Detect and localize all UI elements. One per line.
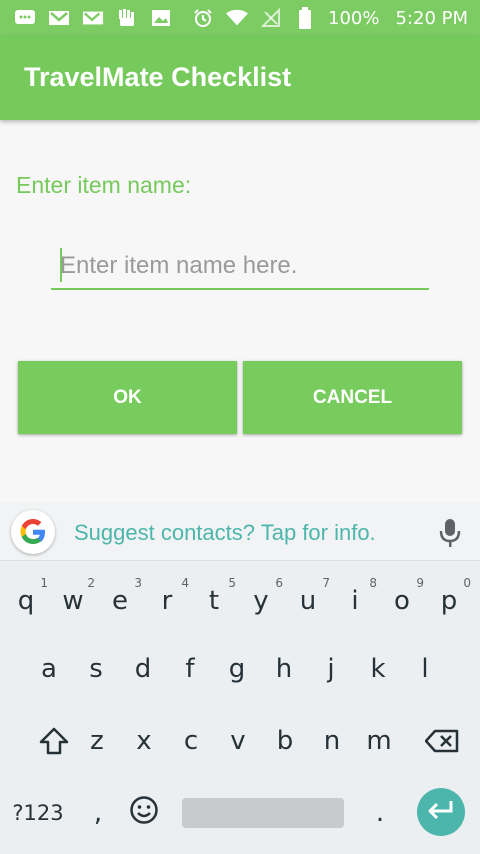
item-name-label: Enter item name:: [16, 172, 192, 198]
key-e[interactable]: e3: [100, 576, 142, 624]
key-label: t: [208, 586, 220, 616]
emoji-icon: [129, 795, 159, 832]
key-label: z: [90, 726, 104, 756]
key-o[interactable]: o9: [382, 576, 424, 624]
key-d[interactable]: d: [123, 646, 163, 692]
cancel-button[interactable]: CANCEL: [243, 361, 462, 434]
key-s[interactable]: s: [76, 646, 116, 692]
space-key[interactable]: [182, 798, 344, 828]
system-icons: 100% 5:20 PM: [192, 7, 468, 29]
key-a[interactable]: a: [29, 646, 69, 692]
notification-icons: [14, 7, 172, 29]
key-hint: 5: [228, 576, 236, 590]
status-bar: 100% 5:20 PM: [0, 0, 480, 36]
symbols-key[interactable]: ?123: [10, 790, 66, 836]
key-label: n: [323, 726, 341, 756]
key-w[interactable]: w2: [53, 576, 95, 624]
hand-icon: [116, 7, 138, 29]
key-hint: 0: [463, 576, 471, 590]
key-hint: 7: [322, 576, 330, 590]
key-label: g: [228, 654, 246, 684]
key-label: d: [134, 654, 152, 684]
key-label: k: [370, 654, 386, 684]
no-signal-icon: [260, 7, 282, 29]
image-icon: [150, 7, 172, 29]
key-label: o: [394, 586, 410, 616]
key-c[interactable]: c: [171, 718, 211, 764]
key-u[interactable]: u7: [288, 576, 330, 624]
key-l[interactable]: l: [405, 646, 445, 692]
key-label: r: [161, 586, 173, 616]
clock: 5:20 PM: [395, 7, 468, 29]
key-hint: 9: [416, 576, 424, 590]
key-t[interactable]: t5: [194, 576, 236, 624]
key-hint: 2: [87, 576, 95, 590]
item-name-input[interactable]: [60, 246, 420, 286]
battery-icon: [294, 7, 316, 29]
key-m[interactable]: m: [359, 718, 399, 764]
battery-percent: 100%: [328, 7, 380, 29]
key-label: p: [440, 586, 458, 616]
key-g[interactable]: g: [217, 646, 257, 692]
comma-key[interactable]: ,: [78, 790, 118, 836]
alarm-icon: [192, 7, 214, 29]
app-bar: TravelMate Checklist: [0, 36, 480, 120]
shift-key[interactable]: [34, 718, 74, 764]
key-hint: 1: [40, 576, 48, 590]
key-label: b: [276, 726, 294, 756]
app-title: TravelMate Checklist: [24, 62, 292, 92]
key-label: w: [62, 586, 84, 616]
key-hint: 4: [181, 576, 189, 590]
key-n[interactable]: n: [312, 718, 352, 764]
suggestion-strip[interactable]: Suggest contacts? Tap for info.: [0, 502, 480, 561]
key-label: m: [366, 726, 392, 756]
suggestion-text[interactable]: Suggest contacts? Tap for info.: [74, 520, 376, 546]
key-b[interactable]: b: [265, 718, 305, 764]
key-hint: 3: [134, 576, 142, 590]
key-label: h: [275, 654, 293, 684]
enter-key[interactable]: [417, 788, 465, 836]
microphone-icon[interactable]: [438, 518, 462, 553]
key-v[interactable]: v: [218, 718, 258, 764]
backspace-key[interactable]: [420, 718, 464, 764]
key-label: y: [253, 586, 269, 616]
ok-button[interactable]: OK: [18, 361, 237, 434]
key-label: q: [17, 586, 35, 616]
wifi-icon: [226, 7, 248, 29]
key-h[interactable]: h: [264, 646, 304, 692]
soft-keyboard: Suggest contacts? Tap for info. q1w2e3r4…: [0, 502, 480, 854]
key-label: x: [136, 726, 152, 756]
key-label: s: [89, 654, 103, 684]
key-label: c: [183, 726, 199, 756]
item-name-field[interactable]: [51, 246, 429, 290]
key-hint: 6: [275, 576, 283, 590]
key-j[interactable]: j: [311, 646, 351, 692]
key-label: i: [351, 586, 359, 616]
key-label: l: [421, 654, 429, 684]
key-x[interactable]: x: [124, 718, 164, 764]
key-y[interactable]: y6: [241, 576, 283, 624]
gmail-icon: [48, 7, 70, 29]
google-logo-icon[interactable]: [11, 510, 55, 554]
key-z[interactable]: z: [77, 718, 117, 764]
key-label: a: [41, 654, 57, 684]
key-label: f: [185, 654, 195, 684]
gmail-icon: [82, 7, 104, 29]
key-label: v: [230, 726, 246, 756]
key-f[interactable]: f: [170, 646, 210, 692]
key-k[interactable]: k: [358, 646, 398, 692]
key-p[interactable]: p0: [429, 576, 471, 624]
enter-icon: [427, 799, 455, 826]
key-q[interactable]: q1: [6, 576, 48, 624]
period-key[interactable]: .: [360, 790, 400, 836]
key-r[interactable]: r4: [147, 576, 189, 624]
key-hint: 8: [369, 576, 377, 590]
key-label: e: [112, 586, 128, 616]
key-label: j: [327, 654, 335, 684]
key-i[interactable]: i8: [335, 576, 377, 624]
emoji-key[interactable]: [124, 790, 164, 836]
message-icon: [14, 7, 36, 29]
key-label: u: [299, 586, 317, 616]
